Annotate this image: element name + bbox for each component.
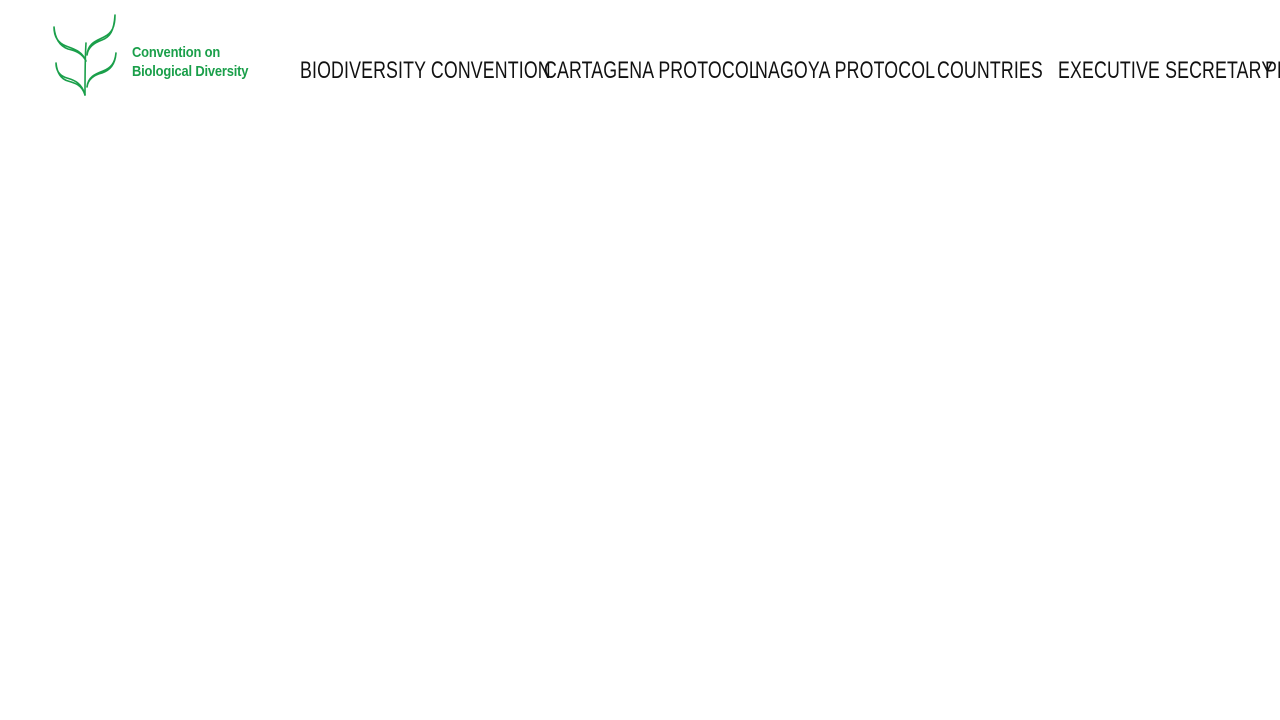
page-content: [0, 110, 1280, 720]
logo-text-line2: Biological Diversity: [132, 63, 249, 80]
nav-item-programmes: PROGRAMMES: [1265, 57, 1280, 85]
main-navigation: BIODIVERSITY CONVENTION CARTAGENA PROTOC…: [300, 57, 1280, 85]
leaf-plant-icon: [53, 14, 117, 96]
nav-item-cartagena-protocol: CARTAGENA PROTOCOL: [544, 57, 759, 85]
logo-text-line1: Convention on: [132, 44, 221, 61]
nav-item-nagoya-protocol: NAGOYA PROTOCOL: [755, 57, 935, 85]
nav-link-cartagena-protocol[interactable]: CARTAGENA PROTOCOL: [544, 57, 759, 85]
logo-wordmark: Convention on Biological Diversity: [132, 43, 248, 81]
nav-item-biodiversity-convention: BIODIVERSITY CONVENTION: [300, 57, 551, 85]
nav-link-executive-secretary[interactable]: EXECUTIVE SECRETARY: [1058, 57, 1273, 85]
nav-link-biodiversity-convention[interactable]: BIODIVERSITY CONVENTION: [300, 57, 551, 85]
site-header: Convention on Biological Diversity BIODI…: [0, 0, 1280, 110]
nav-item-countries: COUNTRIES: [937, 57, 1053, 85]
nav-link-countries[interactable]: COUNTRIES: [937, 57, 1043, 85]
nav-item-executive-secretary: EXECUTIVE SECRETARY: [1058, 57, 1273, 85]
nav-link-programmes[interactable]: PROGRAMMES: [1265, 57, 1280, 85]
site-logo-link[interactable]: Convention on Biological Diversity: [52, 13, 262, 97]
nav-link-nagoya-protocol[interactable]: NAGOYA PROTOCOL: [755, 57, 935, 85]
